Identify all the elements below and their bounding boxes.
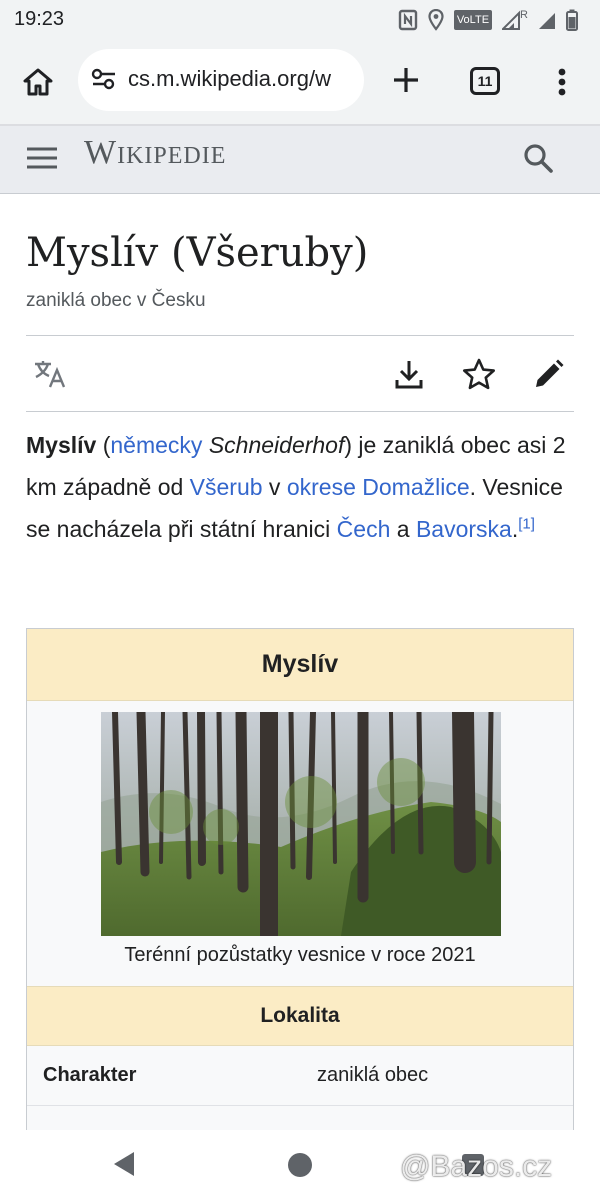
infobox: Myslív Terénní pozůstatky vesnice v roce…	[26, 628, 574, 1148]
download-button[interactable]	[387, 352, 431, 396]
lead-text: (	[96, 432, 111, 458]
signal-icon-2	[539, 13, 555, 29]
infobox-image-caption: Terénní pozůstatky vesnice v roce 2021	[124, 944, 476, 966]
main-menu-button[interactable]	[22, 138, 62, 178]
tab-switcher-button[interactable]: 11	[470, 67, 500, 95]
browser-toolbar: cs.m.wikipedia.org/w 11	[0, 40, 600, 124]
link-okres-domazlice[interactable]: okrese Domažlice	[287, 474, 470, 500]
search-icon	[524, 144, 553, 173]
plus-icon	[394, 68, 418, 92]
lead-text: v	[262, 474, 287, 500]
watch-star-button[interactable]	[457, 352, 501, 396]
address-bar[interactable]: cs.m.wikipedia.org/w	[78, 49, 364, 111]
star-icon	[463, 358, 495, 390]
status-time: 19:23	[14, 8, 65, 30]
language-button[interactable]	[28, 352, 72, 396]
watermark: @Bazos.cz	[400, 1150, 553, 1183]
infobox-title: Myslív	[27, 629, 573, 701]
status-bar: 19:23 VoLTE R	[0, 0, 600, 40]
lead-paragraph: Myslív (německy Schneiderhof) je zaniklá…	[26, 424, 574, 550]
lead-text: a	[390, 516, 416, 542]
back-icon[interactable]	[112, 1150, 136, 1178]
edit-icon	[536, 359, 564, 387]
location-icon	[428, 9, 444, 31]
infobox-row: Charakter zaniklá obec	[27, 1046, 573, 1106]
link-cechy[interactable]: Čech	[337, 516, 391, 542]
link-vseruby[interactable]: Všerub	[190, 474, 263, 500]
divider	[26, 335, 574, 336]
more-vert-icon	[558, 68, 566, 96]
divider	[26, 411, 574, 412]
home-nav-icon[interactable]	[288, 1153, 312, 1177]
lead-term: Myslív	[26, 432, 97, 458]
reference-link[interactable]: [1]	[518, 515, 535, 532]
battery-icon	[566, 9, 578, 31]
link-bavorsko[interactable]: Bavorska	[416, 516, 512, 542]
infobox-section-lokalita: Lokalita	[27, 986, 573, 1046]
language-icon	[35, 361, 66, 388]
home-icon	[23, 68, 53, 96]
page-title: Myslív (Všeruby)	[26, 230, 369, 276]
status-icons: VoLTE R	[398, 6, 578, 34]
new-tab-button[interactable]	[384, 58, 428, 102]
edit-button[interactable]	[527, 352, 571, 396]
wiki-wordmark[interactable]: Wikipedie	[84, 134, 226, 172]
infobox-row-key: Charakter	[43, 1064, 137, 1086]
hamburger-icon	[27, 147, 57, 169]
nfc-icon	[398, 9, 418, 31]
page-subtitle: zaniklá obec v Česku	[26, 290, 206, 311]
infobox-image[interactable]	[101, 712, 501, 936]
volte-icon: VoLTE	[453, 10, 493, 30]
more-menu-button[interactable]	[540, 60, 584, 104]
home-button[interactable]	[16, 60, 60, 104]
wiki-header: Wikipedie	[0, 124, 600, 194]
infobox-row-value: zaniklá obec	[317, 1064, 429, 1086]
german-name: Schneiderhof	[208, 432, 345, 458]
roaming-label: R	[520, 9, 528, 21]
link-nemecky[interactable]: německy	[110, 432, 202, 458]
site-settings-icon[interactable]	[90, 67, 118, 91]
url-text[interactable]: cs.m.wikipedia.org/w	[128, 66, 331, 92]
infobox-image-area: Terénní pozůstatky vesnice v roce 2021	[27, 701, 573, 986]
wiki-search-button[interactable]	[516, 136, 560, 180]
signal-icon	[502, 10, 521, 30]
download-icon	[395, 361, 423, 389]
